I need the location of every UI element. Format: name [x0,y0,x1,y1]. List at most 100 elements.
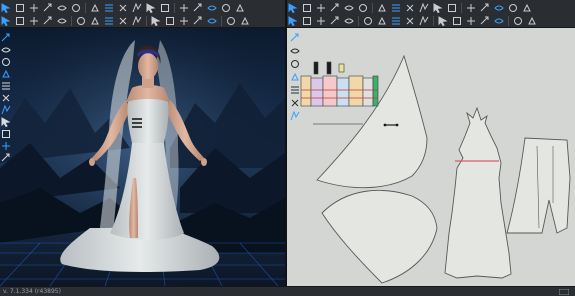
grain-line-icon[interactable] [290,46,300,56]
sparkle-icon[interactable] [206,15,217,26]
tack-icon[interactable] [103,2,114,13]
texture-icon[interactable] [512,15,523,26]
pattern-icon[interactable] [159,2,170,13]
pleat-icon[interactable] [432,2,443,13]
scissors-icon[interactable] [164,15,175,26]
internal-line-icon[interactable] [404,2,415,13]
multi-sew-icon[interactable] [315,15,326,26]
rectangle-icon[interactable] [357,2,368,13]
circle-icon[interactable] [376,2,387,13]
text-icon[interactable] [521,2,532,13]
light-icon[interactable] [1,117,11,127]
sewing-icon[interactable] [56,2,67,13]
pin-icon[interactable] [89,2,100,13]
segment-sew-icon[interactable] [287,15,298,26]
dart-icon[interactable] [418,2,429,13]
curve-icon[interactable] [329,2,340,13]
transform-icon[interactable] [14,2,25,13]
topstitch-icon[interactable] [56,15,67,26]
simulate-icon[interactable] [0,15,11,26]
add-point-icon[interactable] [343,2,354,13]
grade-icon[interactable] [290,111,300,121]
toolbar-separator [71,15,72,26]
camera-icon[interactable] [1,141,11,151]
select-icon[interactable] [0,2,11,13]
pin-icon[interactable] [362,15,373,26]
viewport-3d[interactable] [0,28,285,286]
puckering-icon[interactable] [451,15,462,26]
pattern-board [300,54,571,284]
pattern-icon[interactable] [493,15,504,26]
transform-icon[interactable] [301,2,312,13]
sewing-display-icon[interactable] [290,59,300,69]
version-label: v. 7.1.334 (r43895) [3,288,61,295]
trim-icon[interactable] [220,2,231,13]
polygon-icon[interactable] [390,2,401,13]
buttonhole-icon[interactable] [206,2,217,13]
side-toolbar-3d [1,33,12,165]
pattern-piece-skirt-panel [444,106,512,279]
select-icon[interactable] [287,2,298,13]
toolbar-separator [461,2,462,13]
symmetry-icon[interactable] [465,2,476,13]
layout-icon[interactable] [290,85,300,95]
measure-icon[interactable] [1,153,11,163]
pin-visibility-icon[interactable] [1,81,11,91]
piping-icon[interactable] [117,15,128,26]
avatar-scene [0,28,285,286]
pattern-piece-cape-lower [321,189,438,284]
brush-icon[interactable] [131,2,142,13]
notch-icon[interactable] [290,98,300,108]
seam-allowance-icon[interactable] [446,2,457,13]
graphic-icon[interactable] [526,15,537,26]
fabric-display-icon[interactable] [1,57,11,67]
topstitch-icon[interactable] [437,15,448,26]
fold-icon[interactable] [70,2,81,13]
arrange-icon[interactable] [239,15,250,26]
sew-icon[interactable] [28,15,39,26]
toolbar-separator [508,15,509,26]
pattern-icon[interactable] [131,15,142,26]
zipper-icon[interactable] [178,2,189,13]
avatar-visibility-icon[interactable] [1,33,11,43]
toolbar-separator [433,15,434,26]
garment-display-icon[interactable] [1,45,11,55]
measure-icon[interactable] [234,2,245,13]
elastic-icon[interactable] [404,15,415,26]
sewing-line-icon[interactable] [1,105,11,115]
status-indicator-icon[interactable] [559,289,569,295]
fold-icon[interactable] [376,15,387,26]
free-sew-icon[interactable] [301,15,312,26]
pin-icon[interactable] [192,15,203,26]
texture-display-icon[interactable] [290,72,300,82]
move-pin-icon[interactable] [117,2,128,13]
texture-icon[interactable] [1,93,11,103]
edit-point-icon[interactable] [315,2,326,13]
trace-icon[interactable] [493,2,504,13]
button-icon[interactable] [192,2,203,13]
pencil-icon[interactable] [14,15,25,26]
fabric-icon[interactable] [145,2,156,13]
puckering-icon[interactable] [75,15,86,26]
gather-icon[interactable] [418,15,429,26]
tack-icon[interactable] [343,15,354,26]
star-icon[interactable] [225,15,236,26]
lasso-icon[interactable] [178,15,189,26]
arrow-icon[interactable] [42,2,53,13]
grain-icon[interactable] [479,15,490,26]
zipper-icon[interactable] [390,15,401,26]
strap-icon[interactable] [103,15,114,26]
unfold-icon[interactable] [479,2,490,13]
binding-icon[interactable] [465,15,476,26]
pattern-window-2d[interactable] [287,28,575,286]
elastic-icon[interactable] [89,15,100,26]
hanger-icon[interactable] [1,69,11,79]
check-sew-icon[interactable] [329,15,340,26]
grid-icon[interactable] [507,2,518,13]
toolbar-separator [372,2,373,13]
move-icon[interactable] [28,2,39,13]
fold-icon[interactable] [42,15,53,26]
avatar-icon[interactable] [1,129,11,139]
hanger-icon[interactable] [150,15,161,26]
pattern-visibility-icon[interactable] [290,33,300,43]
